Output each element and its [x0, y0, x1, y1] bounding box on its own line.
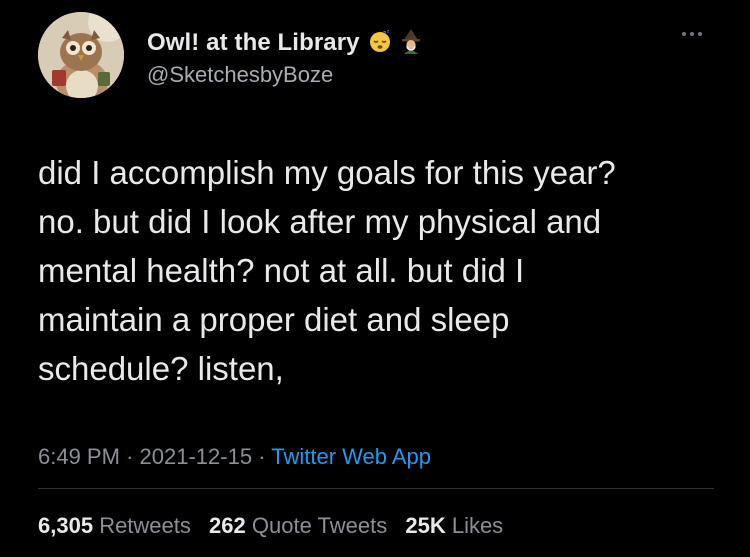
divider	[38, 488, 714, 489]
tweet-text-line: no. but did I look after my physical and	[38, 203, 602, 240]
display-name[interactable]: Owl! at the Library	[147, 29, 360, 57]
avatar[interactable]	[38, 12, 124, 98]
more-options-icon[interactable]	[682, 32, 702, 36]
quote-tweets-stat[interactable]: 262 Quote Tweets	[209, 513, 387, 538]
more-dot	[690, 32, 694, 36]
quote-tweets-label: Quote Tweets	[251, 513, 388, 538]
tweet-text: did I accomplish my goals for this year?…	[38, 148, 718, 393]
tweet-stats: 6,305 Retweets 262 Quote Tweets 25K Like…	[38, 513, 503, 539]
retweets-stat[interactable]: 6,305 Retweets	[38, 513, 191, 538]
mage-icon	[398, 28, 424, 59]
quote-tweets-count: 262	[209, 513, 246, 538]
meta-separator: ·	[258, 444, 266, 469]
tweet-text-line: schedule? listen,	[38, 350, 284, 387]
likes-stat[interactable]: 25K Likes	[405, 513, 503, 538]
tweet-source-link[interactable]: Twitter Web App	[271, 444, 431, 469]
meta-separator: ·	[126, 444, 134, 469]
retweets-label: Retweets	[99, 513, 191, 538]
tweet-text-line: did I accomplish my goals for this year?	[38, 154, 616, 191]
more-dot	[682, 32, 686, 36]
tweet-text-line: mental health? not at all. but did I	[38, 252, 525, 289]
likes-label: Likes	[451, 513, 504, 538]
tweet-card: Owl! at the Library z z @SketchesbyBoze	[0, 0, 750, 557]
svg-text:z: z	[387, 29, 389, 34]
tweet-time[interactable]: 6:49 PM	[38, 444, 120, 469]
owl-avatar-icon	[38, 12, 124, 98]
tweet-text-line: maintain a proper diet and sleep	[38, 301, 510, 338]
tweet-meta: 6:49 PM · 2021-12-15 · Twitter Web App	[38, 444, 431, 470]
author-handle[interactable]: @SketchesbyBoze	[147, 62, 333, 88]
tweet-date[interactable]: 2021-12-15	[140, 444, 253, 469]
sleeping-face-icon: z z	[368, 28, 392, 58]
author-name-row[interactable]: Owl! at the Library z z	[147, 28, 424, 58]
likes-count: 25K	[405, 513, 446, 538]
retweets-count: 6,305	[38, 513, 94, 538]
more-dot	[698, 32, 702, 36]
svg-text:z: z	[383, 30, 386, 37]
